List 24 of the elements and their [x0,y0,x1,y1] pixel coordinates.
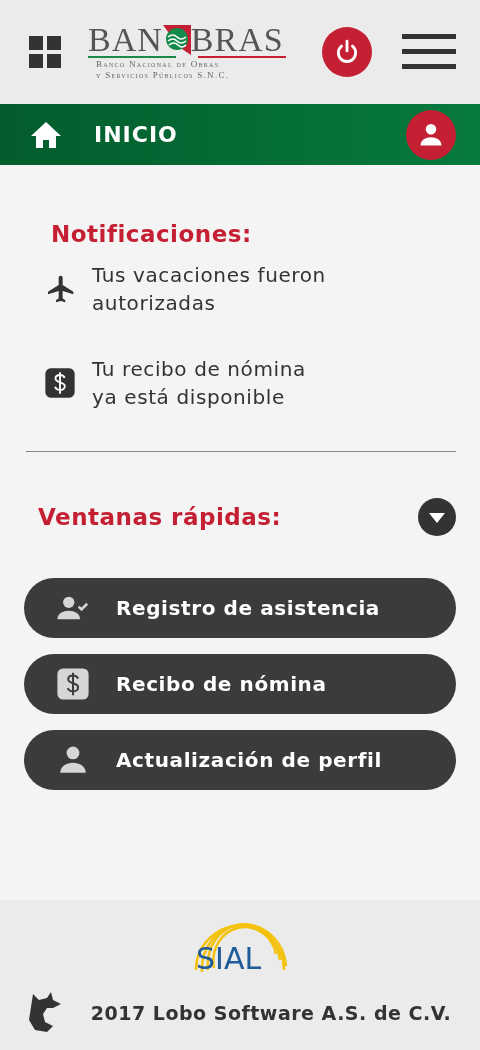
dollar-icon [56,667,90,701]
copyright-text: 2017 Lobo Software A.S. de C.V. [90,1002,452,1024]
home-icon[interactable] [30,120,62,149]
logo-text: BAN [88,23,163,56]
section-title: Notificaciones: [51,221,253,247]
notification-text[interactable]: Tu recibo de nómina ya está disponible [92,355,306,411]
menu-icon[interactable] [402,32,456,72]
page-title: INICIO [94,122,178,147]
quick-link-button[interactable]: Actualización de perfil [24,730,456,790]
power-button[interactable] [322,27,372,77]
power-icon [334,39,360,65]
logo-subtitle: y Servicios Públicos S.N.C. [96,69,230,81]
logo-subtitle: Banco Nacional de Obras [96,58,220,70]
notification-text[interactable]: Tus vacaciones fueron autorizadas [92,261,326,317]
emblem-icon [162,24,191,55]
wolf-icon [28,992,63,1034]
quick-link-button[interactable]: Recibo de nómina [24,654,456,714]
apps-grid-icon[interactable] [28,35,62,69]
logo-text: BRAS [190,23,284,56]
quick-link-button[interactable]: Registro de asistencia [24,578,456,638]
dropdown-toggle-icon[interactable] [418,498,456,536]
section-title: Ventanas rápidas: [38,504,282,530]
profile-button[interactable] [406,109,456,160]
dollar-icon [44,367,76,399]
